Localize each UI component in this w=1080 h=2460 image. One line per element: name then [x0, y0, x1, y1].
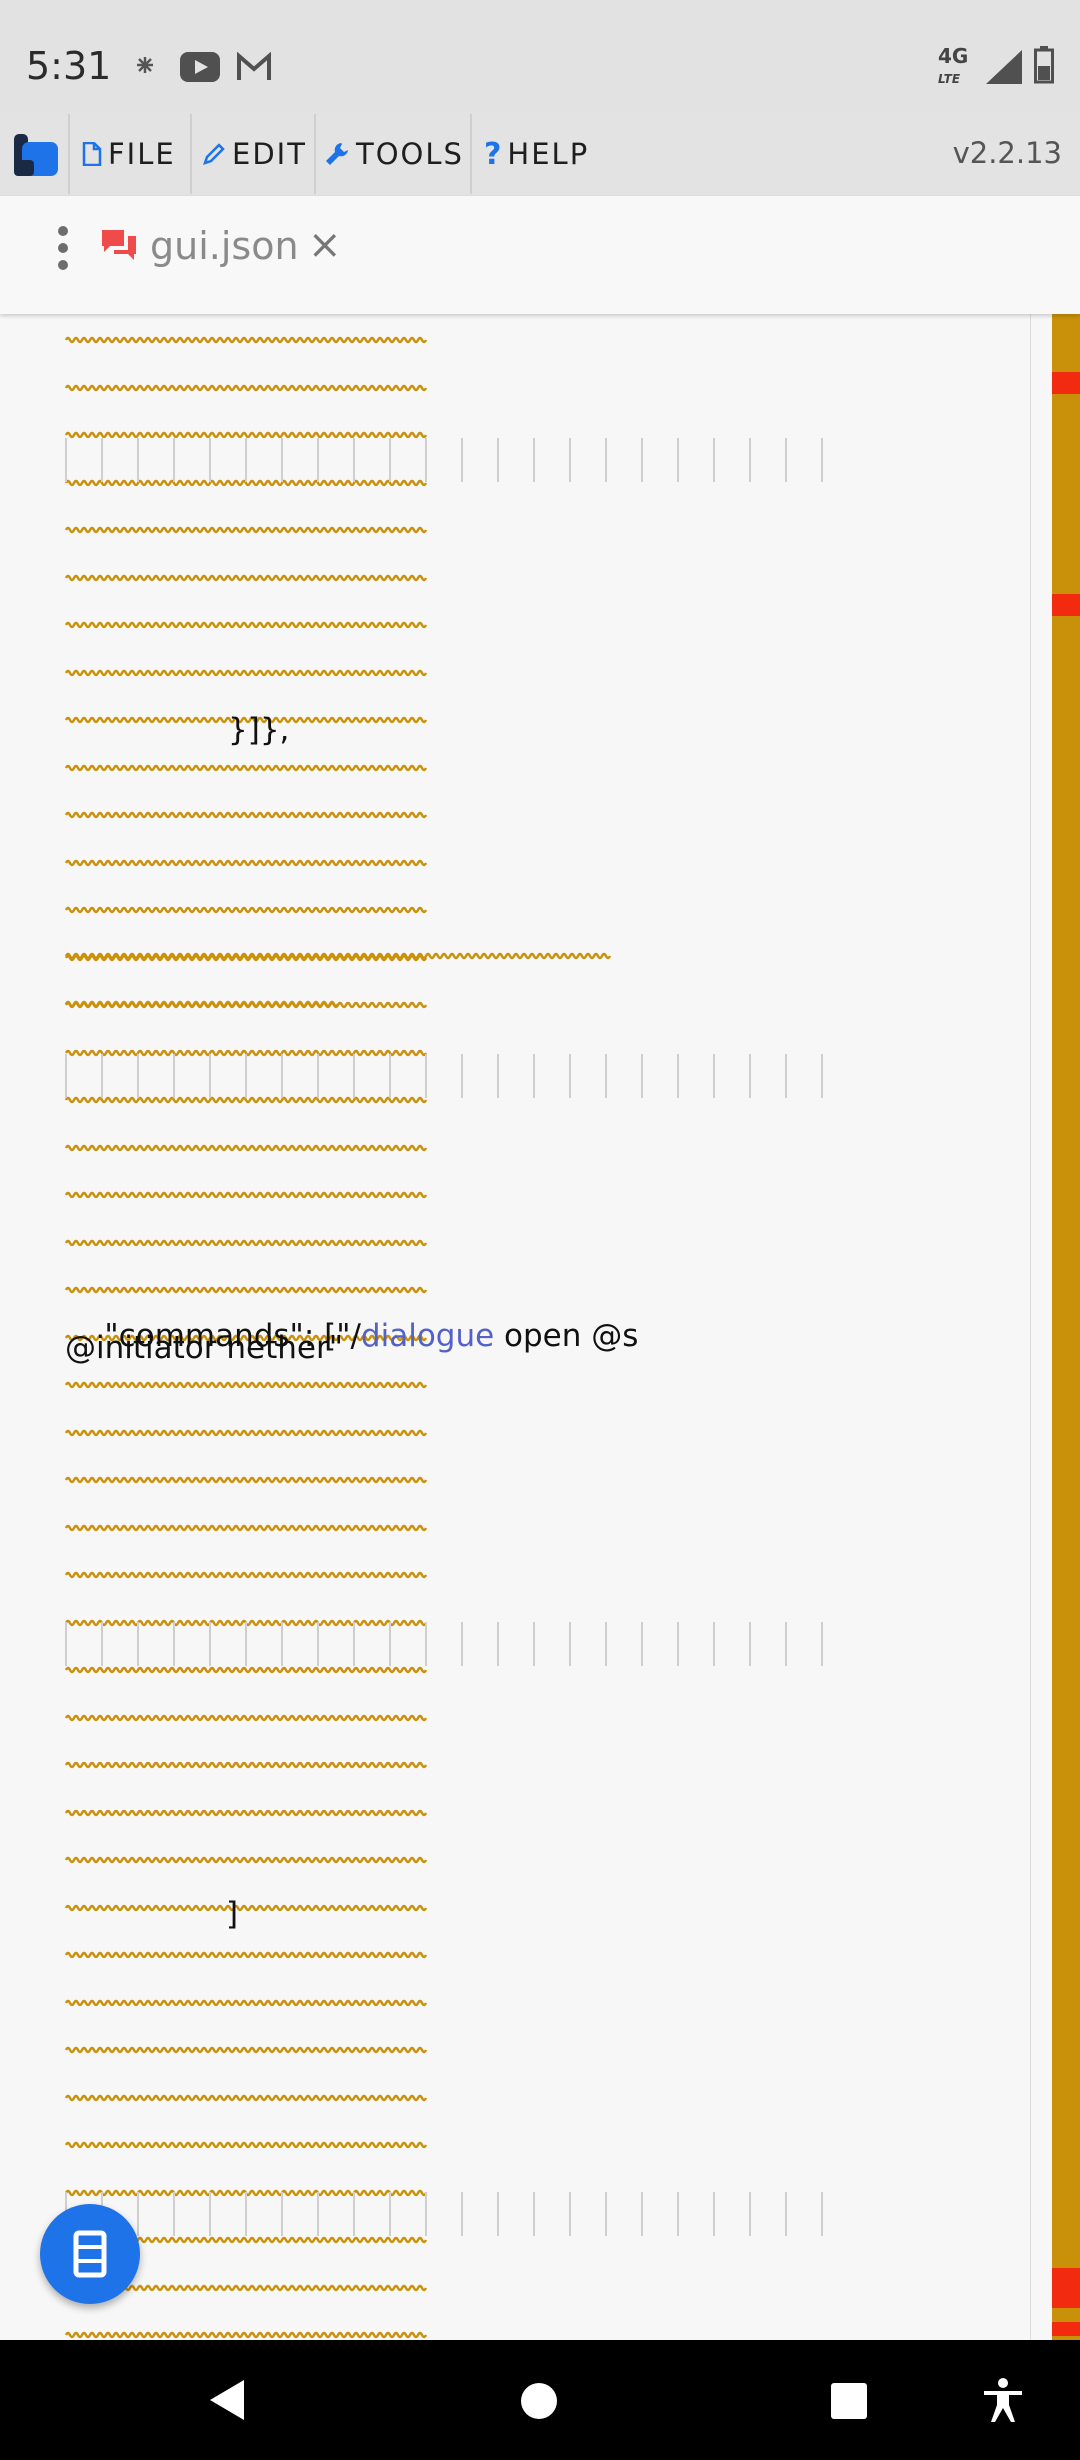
toolbox-fab[interactable] — [40, 2204, 140, 2304]
warning-squiggle — [64, 2331, 428, 2339]
warning-squiggle — [64, 1191, 428, 1199]
warning-squiggle — [64, 859, 428, 867]
error-marker[interactable] — [1052, 2322, 1080, 2336]
system-nav-bar — [0, 2340, 1080, 2460]
menu-file[interactable]: FILE — [82, 112, 176, 196]
status-time: 5:31 — [26, 44, 112, 88]
warning-squiggle — [64, 2046, 428, 2054]
warning-squiggle — [64, 431, 428, 439]
pencil-icon — [203, 143, 225, 165]
recents-icon[interactable] — [830, 2382, 868, 2420]
warning-squiggle — [64, 384, 428, 392]
menu-separator — [314, 114, 316, 194]
error-marker[interactable] — [1052, 594, 1080, 616]
error-marker[interactable] — [1052, 372, 1080, 394]
comments-icon — [102, 230, 136, 260]
code-keyword: dialogue — [360, 1318, 495, 1354]
network-label: 4G — [938, 44, 969, 68]
warning-squiggle — [64, 1571, 428, 1579]
gmail-icon — [237, 52, 271, 80]
menu-help-label: HELP — [507, 137, 590, 171]
warning-squiggle — [64, 1809, 428, 1817]
warning-squiggle — [64, 906, 428, 914]
warning-squiggle — [64, 621, 428, 629]
lte-4g-icon: 4G LTE — [938, 44, 969, 86]
menu-tools[interactable]: TOOLS — [324, 112, 464, 196]
warning-squiggle — [64, 1239, 428, 1247]
warning-squiggle — [64, 1904, 428, 1912]
warning-squiggle — [64, 1856, 428, 1864]
version-label: v2.2.13 — [952, 136, 1062, 170]
warning-squiggle — [64, 336, 428, 344]
warning-squiggle — [64, 1666, 428, 1674]
menu-separator — [68, 114, 70, 194]
fan-icon — [137, 57, 153, 73]
code-line: @initiator nether" — [65, 1330, 343, 1366]
tab-title[interactable]: gui.json — [150, 224, 299, 268]
warning-squiggle — [64, 1144, 428, 1152]
warning-squiggle — [64, 2141, 428, 2149]
error-marker[interactable] — [1052, 2268, 1080, 2308]
warning-squiggle — [64, 1096, 428, 1104]
battery-icon — [1034, 46, 1054, 84]
warning-squiggle — [64, 1476, 428, 1484]
warning-squiggle — [64, 1761, 428, 1769]
warning-squiggle — [64, 574, 428, 582]
close-tab-icon[interactable]: × — [308, 222, 342, 268]
warning-squiggle — [64, 764, 428, 772]
signal-icon — [986, 50, 1022, 84]
accessibility-icon[interactable] — [982, 2378, 1024, 2424]
code-line: }]}, — [228, 712, 290, 748]
warning-squiggle — [64, 1951, 428, 1959]
file-icon — [82, 142, 102, 166]
more-options-icon[interactable] — [56, 226, 70, 270]
code-line: ] — [226, 1896, 239, 1932]
home-icon[interactable] — [520, 2382, 558, 2420]
warning-squiggle — [64, 811, 428, 819]
menu-separator — [470, 114, 472, 194]
warning-squiggle — [64, 669, 428, 677]
menu-help[interactable]: ? HELP — [484, 112, 589, 196]
code-editor[interactable]: }]}, "commands": ["/dialogue open @s @in… — [0, 314, 1052, 2340]
list-icon — [73, 2230, 107, 2278]
tab-bar: gui.json × — [0, 196, 1080, 314]
menu-bar: FILE EDIT TOOLS ? HELP v2.2.13 — [0, 112, 1080, 196]
menu-file-label: FILE — [108, 137, 176, 171]
menu-edit[interactable]: EDIT — [202, 112, 307, 196]
back-icon[interactable] — [208, 2378, 246, 2422]
warning-squiggle — [64, 1999, 428, 2007]
youtube-icon — [180, 52, 220, 82]
warning-squiggle — [64, 2094, 428, 2102]
question-icon: ? — [484, 136, 502, 172]
warning-squiggle — [64, 1714, 428, 1722]
menu-edit-label: EDIT — [232, 137, 307, 171]
wrench-icon — [326, 143, 348, 165]
warning-squiggle — [64, 1429, 428, 1437]
app-logo[interactable] — [12, 130, 60, 178]
scroll-gutter — [1030, 314, 1031, 2340]
menu-tools-label: TOOLS — [356, 137, 464, 171]
warning-squiggle — [64, 1524, 428, 1532]
menu-separator — [190, 114, 192, 194]
code-token: open @s — [494, 1318, 639, 1354]
warning-squiggle — [64, 526, 428, 534]
overview-scrollbar[interactable] — [1052, 314, 1080, 2340]
